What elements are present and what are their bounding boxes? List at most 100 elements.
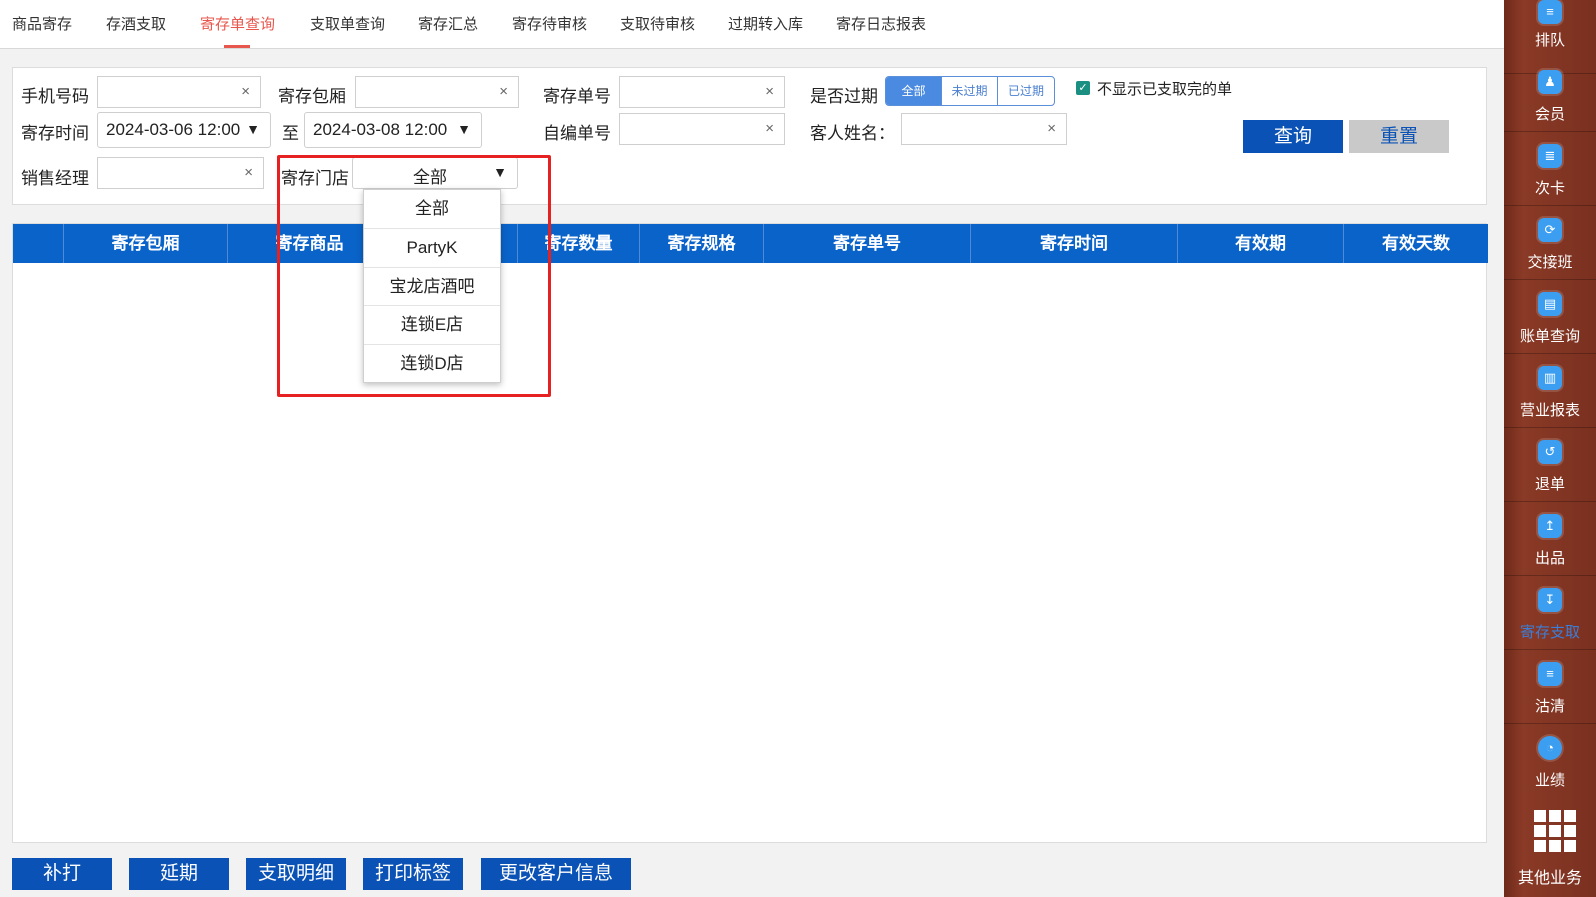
hide-done-checkbox[interactable]: ✓	[1076, 81, 1090, 95]
column-header-valid-days: 有效天数	[1343, 224, 1488, 263]
sidebar-item-label: 营业报表	[1519, 402, 1580, 419]
performance-icon: ◔	[1538, 736, 1562, 760]
column-header-order-no: 寄存单号	[763, 224, 970, 263]
phone-input[interactable]: ×	[97, 76, 261, 108]
member-icon: ♟	[1538, 70, 1562, 94]
sidebar-item-label: 沽清	[1534, 698, 1565, 715]
query-button[interactable]: 查询	[1243, 120, 1343, 153]
sidebar-item-refund[interactable]: ↺ 退单	[1504, 428, 1596, 502]
sidebar-item-performance[interactable]: ◔ 业绩	[1504, 724, 1596, 794]
to-label: 至	[282, 124, 299, 143]
card-icon: ≣	[1538, 144, 1562, 168]
print-label-button[interactable]: 打印标签	[363, 858, 463, 890]
sidebar-item-bill-query[interactable]: ▤ 账单查询	[1504, 280, 1596, 354]
order-no-label: 寄存单号	[543, 87, 611, 106]
sidebar-item-other-business[interactable]: 其他业务	[1504, 864, 1596, 888]
order-no-input[interactable]: ×	[619, 76, 785, 108]
store-option-chain-d[interactable]: 连锁D店	[364, 345, 500, 384]
grid-icon[interactable]	[1534, 810, 1576, 852]
time-from-select[interactable]: 2024-03-06 12:00 ▼	[97, 112, 271, 148]
sidebar-item-soldout[interactable]: ≡ 沽清	[1504, 650, 1596, 724]
sidebar-item-card[interactable]: ≣ 次卡	[1504, 132, 1596, 206]
sidebar-item-dispatch[interactable]: ↥ 出品	[1504, 502, 1596, 576]
store-select[interactable]: 全部 ▼	[352, 157, 518, 189]
time-to-select[interactable]: 2024-03-08 12:00 ▼	[304, 112, 482, 148]
room-label: 寄存包厢	[278, 87, 346, 106]
guest-name-input[interactable]: ×	[901, 113, 1067, 145]
store-select-value: 全部	[413, 168, 447, 187]
column-header-room: 寄存包厢	[63, 224, 227, 263]
tab-withdraw-pending[interactable]: 支取待审核	[620, 13, 695, 34]
extend-button[interactable]: 延期	[129, 858, 229, 890]
storage-icon: ↧	[1538, 588, 1562, 612]
tab-withdraw-query[interactable]: 支取单查询	[310, 13, 385, 34]
manager-label: 销售经理	[21, 169, 89, 188]
tab-wine-withdraw[interactable]: 存酒支取	[106, 13, 166, 34]
report-icon: ▥	[1538, 366, 1562, 390]
chevron-down-icon: ▼	[457, 121, 471, 137]
store-option-partyk[interactable]: PartyK	[364, 229, 500, 268]
store-label: 寄存门店	[281, 169, 349, 188]
filter-panel: 手机号码 × 寄存包厢 × 寄存单号 × 是否过期 全部 未过期 已过期 ✓ 不…	[12, 67, 1487, 205]
sidebar-item-label: 交接班	[1527, 254, 1573, 271]
tab-expired-to-stock[interactable]: 过期转入库	[728, 13, 803, 34]
custom-no-input[interactable]: ×	[619, 113, 785, 145]
phone-label: 手机号码	[21, 87, 89, 106]
tab-storage-query[interactable]: 寄存单查询	[200, 13, 275, 34]
sidebar-item-shift[interactable]: ⟳ 交接班	[1504, 206, 1596, 280]
sidebar-item-label: 退单	[1534, 476, 1565, 493]
withdraw-detail-button[interactable]: 支取明细	[246, 858, 346, 890]
chevron-down-icon: ▼	[493, 164, 507, 180]
refund-icon: ↺	[1538, 440, 1562, 464]
sidebar-item-business-report[interactable]: ▥ 营业报表	[1504, 354, 1596, 428]
clear-icon[interactable]: ×	[241, 83, 250, 100]
bill-icon: ▤	[1538, 292, 1562, 316]
edit-customer-info-button[interactable]: 更改客户信息	[481, 858, 631, 890]
tab-storage-log-report[interactable]: 寄存日志报表	[836, 13, 926, 34]
store-dropdown-menu: 全部 PartyK 宝龙店酒吧 连锁E店 连锁D店	[363, 189, 501, 383]
expired-label: 是否过期	[810, 87, 878, 106]
clear-icon[interactable]: ×	[1047, 120, 1056, 137]
expired-option-expired[interactable]: 已过期	[998, 77, 1054, 105]
clear-icon[interactable]: ×	[765, 83, 774, 100]
room-input[interactable]: ×	[355, 76, 519, 108]
column-header-quantity: 寄存数量	[517, 224, 639, 263]
sidebar-item-storage-withdraw[interactable]: ↧ 寄存支取	[1504, 576, 1596, 650]
guest-name-label: 客人姓名：	[810, 124, 895, 143]
reset-button[interactable]: 重置	[1349, 120, 1449, 153]
chevron-down-icon: ▼	[246, 121, 260, 137]
sidebar-item-member[interactable]: ♟ 会员	[1504, 58, 1596, 132]
clear-icon[interactable]: ×	[765, 120, 774, 137]
dispatch-icon: ↥	[1538, 514, 1562, 538]
custom-no-label: 自编单号	[543, 124, 611, 143]
store-option-chain-e[interactable]: 连锁E店	[364, 306, 500, 346]
tab-storage-summary[interactable]: 寄存汇总	[418, 13, 478, 34]
clear-icon[interactable]: ×	[499, 83, 508, 100]
store-option-baolong-bar[interactable]: 宝龙店酒吧	[364, 268, 500, 307]
expired-option-not-expired[interactable]: 未过期	[942, 77, 998, 105]
queue-icon: ≡	[1538, 0, 1562, 24]
sidebar-item-label: 业绩	[1534, 772, 1565, 789]
sidebar-item-label: 排队	[1534, 32, 1565, 49]
time-from-value: 2024-03-06 12:00	[106, 120, 241, 139]
clear-icon[interactable]: ×	[244, 164, 253, 181]
storage-table: 寄存包厢 寄存商品 寄存数量 寄存规格 寄存单号 寄存时间 有效期 有效天数	[12, 223, 1488, 843]
sidebar-item-label: 次卡	[1534, 180, 1565, 197]
sidebar-item-label: 会员	[1534, 106, 1565, 123]
sidebar-item-label: 账单查询	[1519, 328, 1580, 345]
expired-option-all[interactable]: 全部	[886, 77, 942, 105]
tab-storage-pending[interactable]: 寄存待审核	[512, 13, 587, 34]
time-to-value: 2024-03-08 12:00	[313, 120, 448, 139]
reprint-button[interactable]: 补打	[12, 858, 112, 890]
table-header: 寄存包厢 寄存商品 寄存数量 寄存规格 寄存单号 寄存时间 有效期 有效天数	[13, 224, 1488, 263]
store-option-all[interactable]: 全部	[364, 190, 500, 229]
column-header-time: 寄存时间	[970, 224, 1177, 263]
column-header	[13, 224, 63, 263]
time-label: 寄存时间	[21, 124, 89, 143]
top-tab-bar: 商品寄存 存酒支取 寄存单查询 支取单查询 寄存汇总 寄存待审核 支取待审核 过…	[0, 0, 1504, 49]
sidebar-item-label: 出品	[1534, 550, 1565, 567]
active-tab-underline	[224, 45, 250, 48]
manager-input[interactable]: ×	[97, 157, 264, 189]
sidebar-item-label: 寄存支取	[1519, 624, 1580, 641]
tab-goods-storage[interactable]: 商品寄存	[12, 13, 72, 34]
